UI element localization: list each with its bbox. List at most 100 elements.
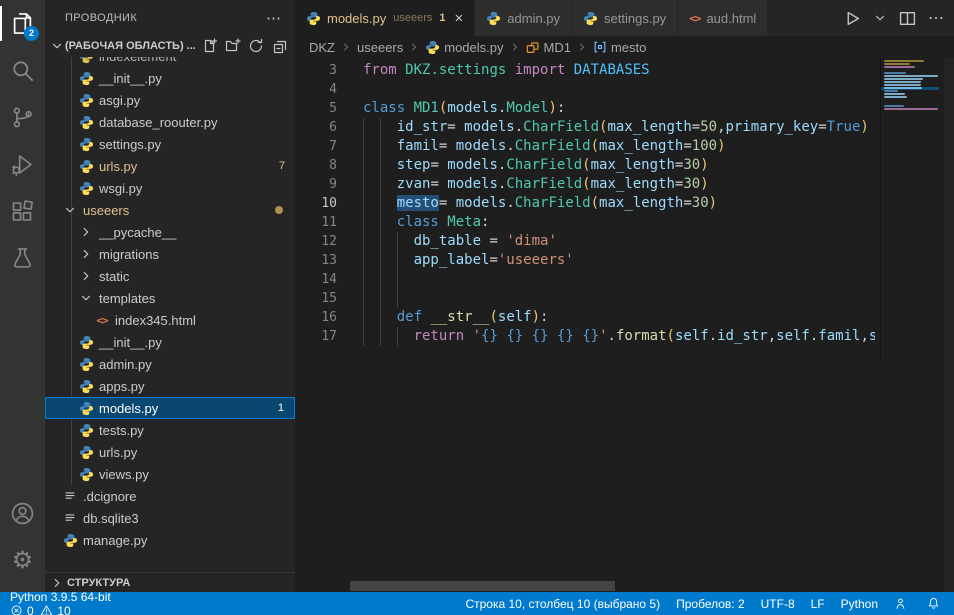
collapse-all-icon[interactable]: [271, 38, 287, 54]
code-line-8[interactable]: 8 step= models.CharField(max_length=30): [295, 156, 875, 175]
activity-account-icon[interactable]: [0, 490, 45, 537]
code-line-3[interactable]: 3from DKZ.settings import DATABASES: [295, 61, 875, 80]
tree-item-admin-py[interactable]: admin.py: [45, 353, 295, 375]
more-actions-icon[interactable]: ⋯: [928, 8, 944, 28]
activity-extensions-icon[interactable]: [0, 188, 45, 235]
tree-item-models-py[interactable]: models.py1: [45, 397, 295, 419]
notifications-bell-icon[interactable]: [927, 597, 944, 610]
python-interpreter-status[interactable]: Python 3.9.5 64-bit: [10, 590, 111, 604]
problems-status[interactable]: 0 10: [10, 604, 111, 615]
py-file-icon: [583, 11, 598, 26]
code-token: {}: [481, 328, 498, 344]
code-line-13[interactable]: 13 app_label='useeers': [295, 251, 875, 270]
activity-testing-icon[interactable]: [0, 235, 45, 282]
indent-guide: [363, 194, 364, 213]
tab-aud-html[interactable]: <>aud.html: [678, 0, 768, 36]
code-line-4[interactable]: 4: [295, 80, 875, 99]
code-token: =: [692, 119, 700, 135]
tree-item-urls-py[interactable]: urls.py: [45, 441, 295, 463]
tree-item-label: settings.py: [99, 137, 161, 152]
code-line-6[interactable]: 6 id_str= models.CharField(max_length=50…: [295, 118, 875, 137]
minimap-line: [884, 60, 924, 62]
tree-item-templates[interactable]: templates: [45, 287, 295, 309]
split-editor-icon[interactable]: [899, 10, 916, 27]
breadcrumb-item-md1[interactable]: MD1: [526, 40, 571, 55]
tree-item--init-py[interactable]: __init__.py: [45, 331, 295, 353]
line-number: 9: [295, 175, 337, 194]
feedback-icon[interactable]: [894, 597, 911, 610]
tree-item-static[interactable]: static: [45, 265, 295, 287]
tree-item-urls-py[interactable]: urls.py7: [45, 155, 295, 177]
breadcrumb-item-mesto[interactable]: mesto: [593, 40, 646, 55]
code-line-7[interactable]: 7 famil= models.CharField(max_length=100…: [295, 137, 875, 156]
new-file-icon[interactable]: [202, 38, 218, 54]
html-file-icon: <>: [94, 314, 110, 327]
indentation-status[interactable]: Пробелов: 2: [676, 597, 745, 611]
chevron-right-icon: [78, 225, 94, 239]
close-icon[interactable]: ×: [455, 11, 464, 26]
activity-search-icon[interactable]: [0, 47, 45, 94]
tree-item-db-sqlite3[interactable]: db.sqlite3: [45, 507, 295, 529]
tree-item-settings-py[interactable]: settings.py: [45, 133, 295, 155]
encoding-status[interactable]: UTF-8: [761, 597, 795, 611]
explorer-sidebar: ПРОВОДНИК ⋯ (РАБОЧАЯ ОБЛАСТЬ) ... indexe…: [45, 0, 295, 592]
breadcrumb-item-useeers[interactable]: useeers: [357, 40, 403, 55]
activity-source-control-icon[interactable]: [0, 94, 45, 141]
indent-guide: [380, 232, 381, 251]
horizontal-scrollbar[interactable]: [350, 581, 615, 591]
code-token: 30: [692, 195, 709, 211]
code-line-16[interactable]: 16 def __str__(self):: [295, 308, 875, 327]
tree-item--dcignore[interactable]: .dcignore: [45, 485, 295, 507]
explorer-more-actions-icon[interactable]: ⋯: [266, 9, 281, 27]
vertical-scrollbar[interactable]: [944, 58, 954, 592]
tree-item-views-py[interactable]: views.py: [45, 463, 295, 485]
tab-models-py[interactable]: models.pyuseeers1×: [295, 0, 475, 36]
indent-guide: [380, 137, 381, 156]
cursor-position-status[interactable]: Строка 10, столбец 10 (выбрано 5): [465, 597, 660, 611]
tree-item-migrations[interactable]: migrations: [45, 243, 295, 265]
tree-item-index345-html[interactable]: <>index345.html: [45, 309, 295, 331]
file-file-icon: [62, 489, 78, 503]
breadcrumb-item-models-py[interactable]: models.py: [425, 40, 503, 55]
code-line-9[interactable]: 9 zvan= models.CharField(max_length=30): [295, 175, 875, 194]
tree-item-wsgi-py[interactable]: wsgi.py: [45, 177, 295, 199]
language-mode-status[interactable]: Python: [841, 597, 878, 611]
activity-run-debug-icon[interactable]: [0, 141, 45, 188]
chevron-right-icon: [509, 41, 521, 53]
minimap[interactable]: [880, 58, 939, 358]
code-editor[interactable]: 3from DKZ.settings import DATABASES45cla…: [295, 58, 875, 358]
tree-item-database-roouter-py[interactable]: database_roouter.py: [45, 111, 295, 133]
code-line-10[interactable]: 10 mesto= models.CharField(max_length=30…: [295, 194, 875, 213]
code-line-11[interactable]: 11 class Meta:: [295, 213, 875, 232]
activity-explorer-icon[interactable]: 2: [0, 0, 45, 47]
code-token: CharField: [515, 138, 591, 154]
tree-item-asgi-py[interactable]: asgi.py: [45, 89, 295, 111]
tree-item-apps-py[interactable]: apps.py: [45, 375, 295, 397]
code-token: .: [608, 328, 616, 344]
workspace-section-header[interactable]: (РАБОЧАЯ ОБЛАСТЬ) ...: [45, 35, 295, 57]
breadcrumb-item-dkz[interactable]: DKZ: [309, 40, 335, 55]
py-file-icon: [78, 445, 94, 460]
refresh-icon[interactable]: [248, 38, 264, 54]
code-line-12[interactable]: 12 db_table = 'dima': [295, 232, 875, 251]
eol-status[interactable]: LF: [811, 597, 825, 611]
tree-item-indexelement[interactable]: indexelement: [45, 57, 295, 67]
tree-item--init-py[interactable]: __init__.py: [45, 67, 295, 89]
tab-admin-py[interactable]: admin.py: [475, 0, 572, 36]
tree-item-manage-py[interactable]: manage.py: [45, 529, 295, 551]
code-line-17[interactable]: 17 return '{} {} {} {} {}'.format(self.i…: [295, 327, 875, 346]
tree-item-tests-py[interactable]: tests.py: [45, 419, 295, 441]
tab-settings-py[interactable]: settings.py: [572, 0, 678, 36]
tree-item--pycache-[interactable]: __pycache__: [45, 221, 295, 243]
run-button[interactable]: [844, 10, 861, 27]
tree-item-useeers[interactable]: useeers: [45, 199, 295, 221]
code-line-5[interactable]: 5class MD1(models.Model):: [295, 99, 875, 118]
new-folder-icon[interactable]: [225, 38, 241, 54]
code-line-14[interactable]: 14: [295, 270, 875, 289]
indent-guide: [363, 308, 364, 327]
activity-settings-icon[interactable]: ⚙: [0, 537, 45, 584]
code-line-15[interactable]: 15: [295, 289, 875, 308]
run-dropdown-icon[interactable]: [873, 11, 887, 25]
code-token: 50: [700, 119, 717, 135]
code-token: famil: [818, 328, 860, 344]
